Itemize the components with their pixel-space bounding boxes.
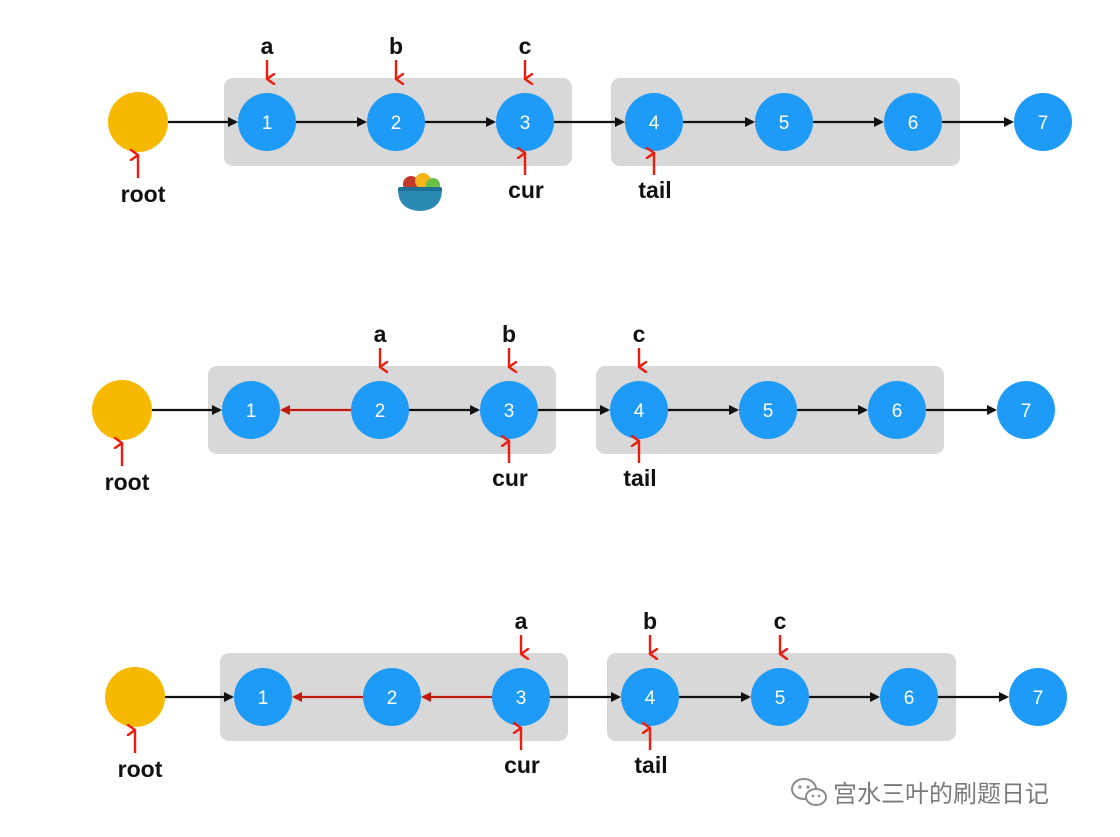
row2-pointer-tail-label: tail — [623, 465, 656, 491]
row2-root-node — [92, 380, 152, 440]
row1-node-3-label: 3 — [520, 113, 531, 134]
row2-node-7-label: 7 — [1021, 401, 1032, 422]
watermark-text: 宫水三叶的刷题日记 — [833, 780, 1049, 808]
row1-node-4-label: 4 — [649, 113, 660, 134]
row1-pointer-root-label: root — [121, 181, 166, 207]
row3-node-2-label: 2 — [387, 688, 398, 709]
row1-pointer-b-label: b — [389, 33, 403, 59]
row1-node-6-label: 6 — [908, 113, 919, 134]
row3-pointer-root-label: root — [118, 756, 163, 782]
row2-node-5-label: 5 — [763, 401, 774, 422]
row2-pointer-root-label: root — [105, 469, 150, 495]
row3-pointer-c-label: c — [774, 608, 787, 634]
row1-node-2-label: 2 — [391, 113, 402, 134]
row2-pointer-b-label: b — [502, 321, 516, 347]
row2-pointer-cur-label: cur — [492, 465, 528, 491]
row2-node-1-label: 1 — [246, 401, 257, 422]
row2-pointer-c-label: c — [633, 321, 646, 347]
row3-pointer-cur-label: cur — [504, 752, 540, 778]
row2-node-4-label: 4 — [634, 401, 645, 422]
fruit-bowl-icon — [398, 173, 442, 211]
row3-node-4-label: 4 — [645, 688, 656, 709]
row1-root-node — [108, 92, 168, 152]
row1-node-7-label: 7 — [1038, 113, 1049, 134]
row1-node-5-label: 5 — [779, 113, 790, 134]
watermark: 宫水三叶的刷题日记 — [791, 778, 1049, 808]
row3-node-5-label: 5 — [775, 688, 786, 709]
row2-node-3-label: 3 — [504, 401, 515, 422]
row2-pointer-a-label: a — [374, 321, 387, 347]
row1-pointer-cur-label: cur — [508, 177, 544, 203]
row1-pointer-c-label: c — [519, 33, 532, 59]
row1-pointer-tail-label: tail — [638, 177, 671, 203]
row3-node-6-label: 6 — [904, 688, 915, 709]
row2-node-6-label: 6 — [892, 401, 903, 422]
row3-node-3-label: 3 — [516, 688, 527, 709]
row3-root-node — [105, 667, 165, 727]
row3-pointer-a-label: a — [515, 608, 528, 634]
linked-list-reversal-diagram: 1 2 3 4 5 6 7 1 2 3 4 5 6 7 1 2 3 4 5 6 7 a b c root cur tail a b c r… — [92, 33, 1072, 808]
row3-node-1-label: 1 — [258, 688, 269, 709]
row1-pointer-a-label: a — [261, 33, 274, 59]
row2-node-2-label: 2 — [375, 401, 386, 422]
wechat-icon — [791, 778, 827, 806]
row3-node-7-label: 7 — [1033, 688, 1044, 709]
row3-pointer-tail-label: tail — [634, 752, 667, 778]
row3-pointer-b-label: b — [643, 608, 657, 634]
row1-node-1-label: 1 — [262, 113, 273, 134]
